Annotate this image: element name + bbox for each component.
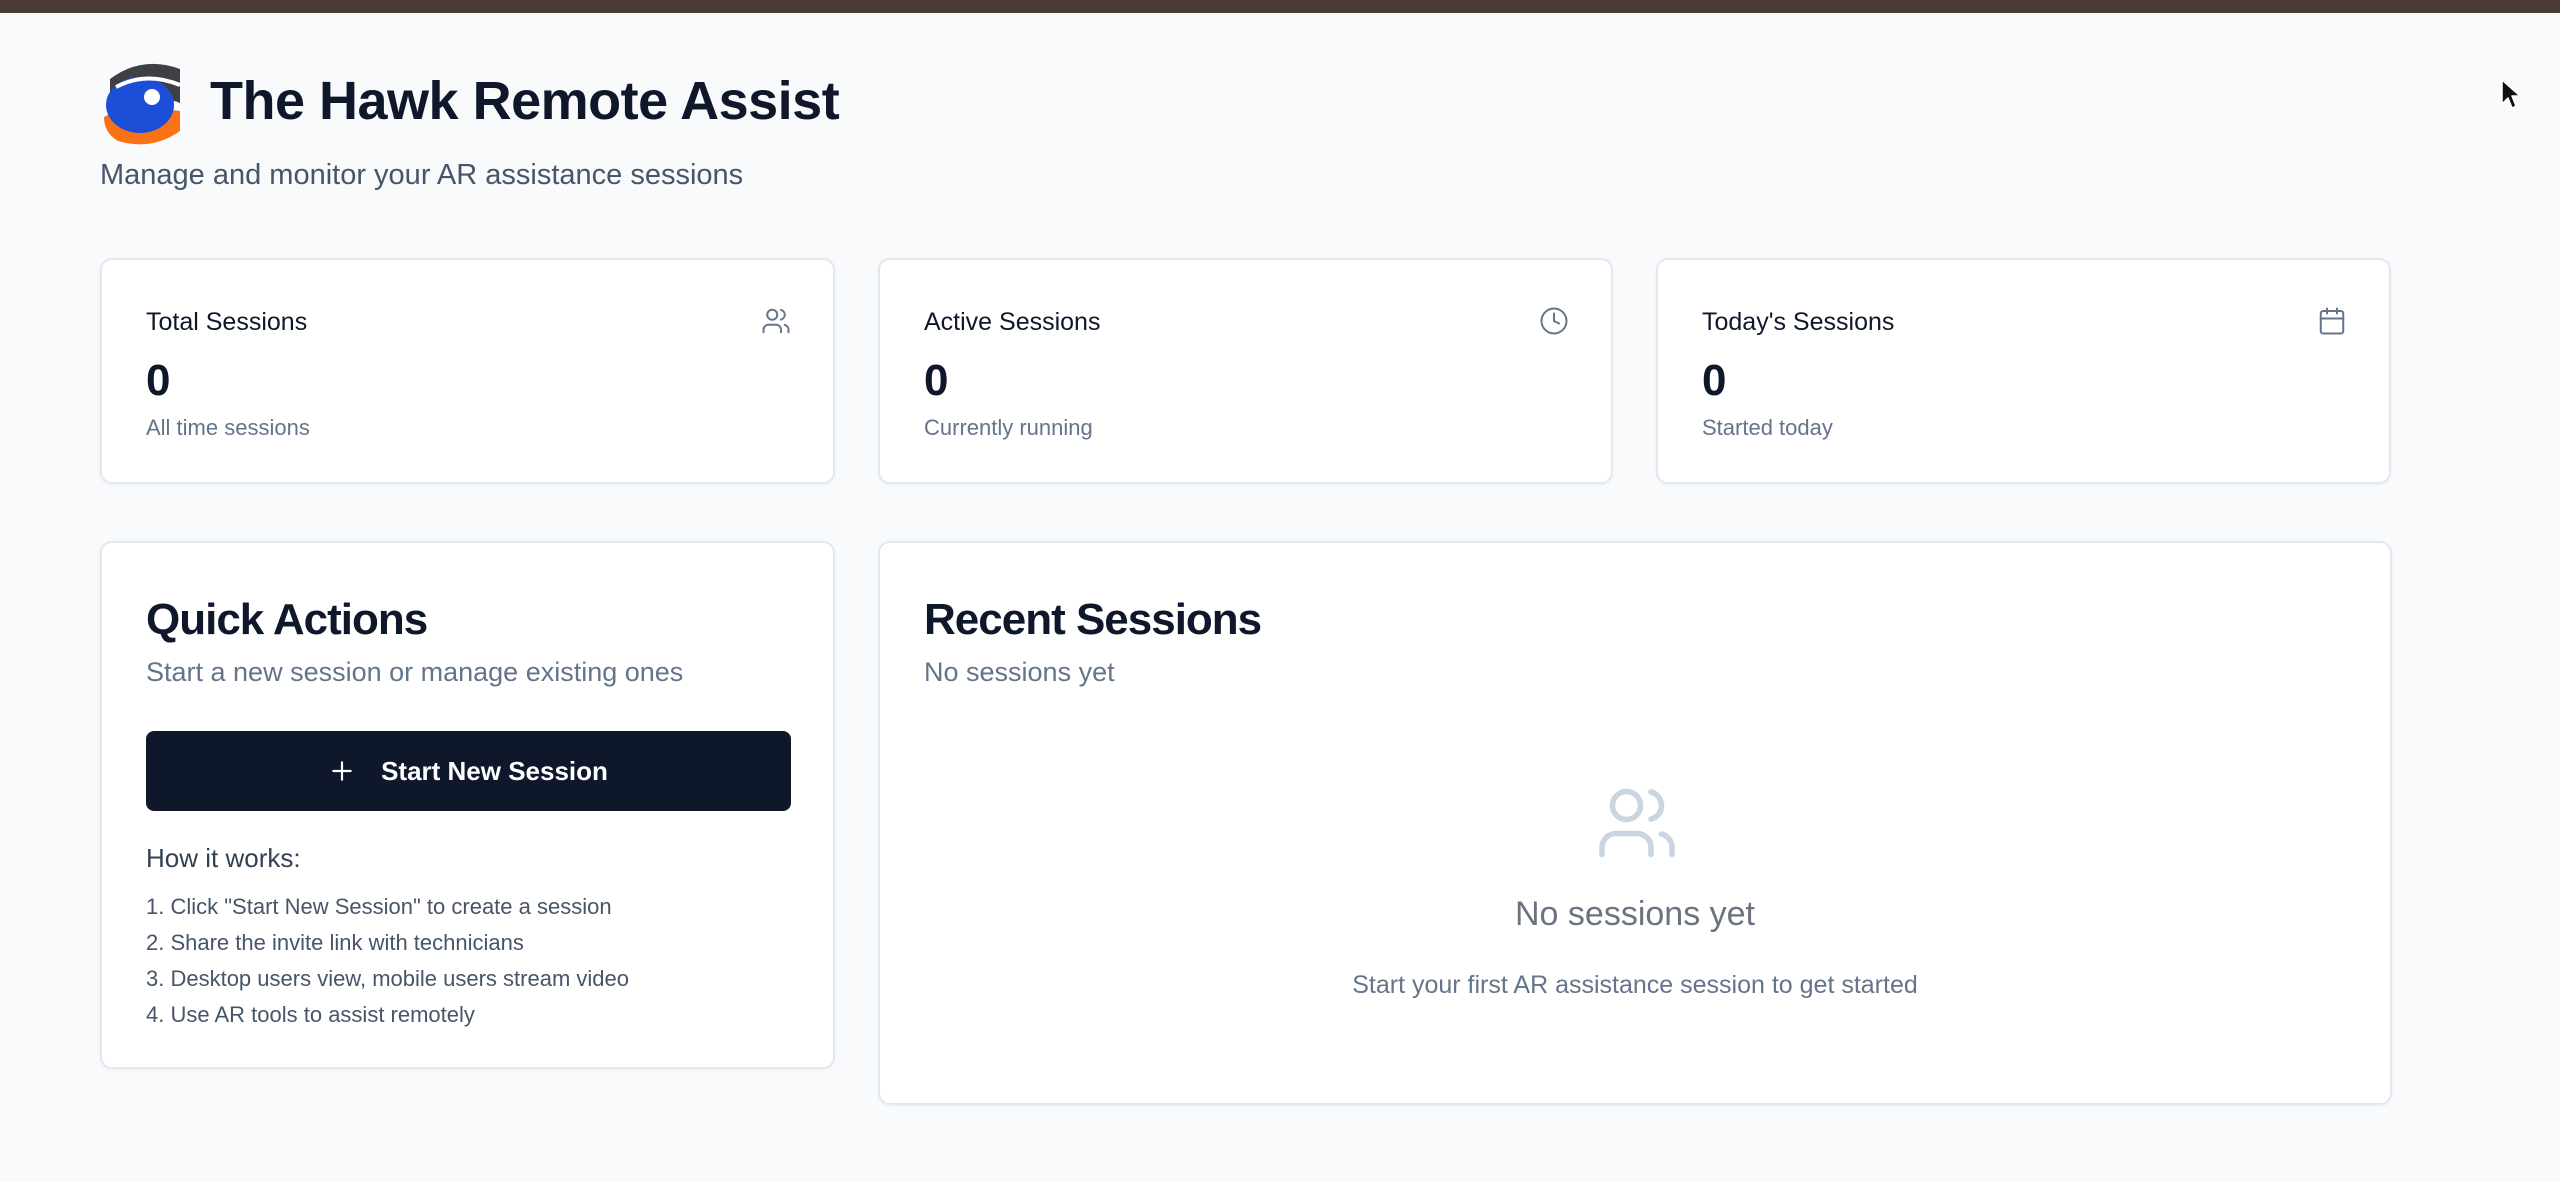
plus-icon [332, 761, 352, 781]
users-icon [1599, 788, 1675, 858]
users-icon [762, 308, 790, 334]
quick-actions-title: Quick Actions [146, 595, 428, 644]
stat-label: Active Sessions [924, 308, 1101, 336]
calendar-icon [2319, 307, 2345, 335]
stat-card-total-sessions: Total Sessions 0 All time sessions [100, 258, 835, 484]
start-new-session-button[interactable]: Start New Session [146, 731, 791, 811]
mouse-cursor-icon [2501, 79, 2521, 109]
stat-description: All time sessions [146, 415, 310, 440]
window-top-bar [0, 0, 2560, 13]
stat-label: Today's Sessions [1702, 308, 1895, 336]
stat-value: 0 [924, 356, 949, 405]
brand-header: The Hawk Remote Assist [100, 55, 840, 147]
step-item: 3. Desktop users view, mobile users stre… [146, 966, 629, 991]
how-it-works-steps: 1. Click "Start New Session" to create a… [146, 889, 629, 1033]
step-item: 1. Click "Start New Session" to create a… [146, 894, 612, 919]
how-it-works-title: How it works: [146, 843, 301, 873]
stat-label: Total Sessions [146, 308, 308, 336]
page-subtitle: Manage and monitor your AR assistance se… [100, 159, 744, 191]
stat-card-todays-sessions: Today's Sessions 0 Started today [1656, 258, 2391, 484]
clock-icon [1540, 307, 1568, 335]
empty-state-description: Start your first AR assistance session t… [1352, 971, 1918, 999]
stat-description: Currently running [924, 415, 1093, 440]
stat-description: Started today [1702, 415, 1833, 440]
stat-card-active-sessions: Active Sessions 0 Currently running [878, 258, 1613, 484]
hawk-eye-logo-icon [104, 63, 181, 145]
quick-actions-card: Quick Actions Start a new session or man… [100, 541, 835, 1069]
recent-sessions-description: No sessions yet [924, 657, 1115, 687]
stat-value: 0 [1702, 356, 1727, 405]
step-item: 4. Use AR tools to assist remotely [146, 1002, 475, 1027]
quick-actions-description: Start a new session or manage existing o… [146, 657, 684, 687]
empty-state-title: No sessions yet [1515, 895, 1755, 933]
recent-sessions-title: Recent Sessions [924, 595, 1262, 644]
recent-sessions-card: Recent Sessions No sessions yet No sessi… [878, 541, 2392, 1105]
step-item: 2. Share the invite link with technician… [146, 930, 524, 955]
start-new-session-label: Start New Session [381, 755, 608, 786]
app-title: The Hawk Remote Assist [210, 71, 840, 131]
stat-value: 0 [146, 356, 171, 405]
